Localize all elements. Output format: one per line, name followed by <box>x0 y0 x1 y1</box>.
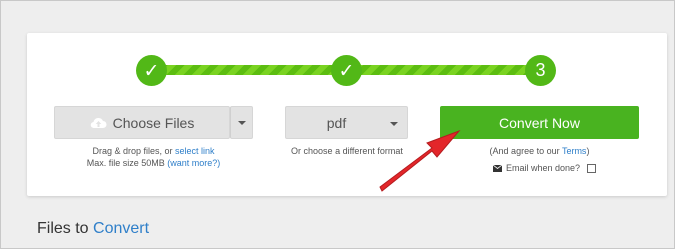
heading-prefix: Files to <box>37 220 94 237</box>
check-icon: ✓ <box>338 59 355 82</box>
heading-accent: Convert <box>93 220 150 237</box>
terms-close: ) <box>586 146 590 156</box>
cloud-upload-icon <box>90 116 107 129</box>
email-when-done-checkbox[interactable] <box>587 163 597 173</box>
want-more-link[interactable]: (want more?) <box>167 158 220 168</box>
convert-now-label: Convert Now <box>499 114 580 131</box>
convert-now-button[interactable]: Convert Now <box>440 106 639 139</box>
format-select-value: pdf <box>326 114 347 131</box>
email-when-done-label: Email when done? <box>506 163 581 173</box>
check-icon: ✓ <box>143 59 160 82</box>
choose-files-button[interactable]: Choose Files <box>54 106 230 139</box>
email-when-done-option[interactable]: Email when done? <box>493 163 597 173</box>
chevron-down-icon <box>237 120 246 125</box>
terms-hint: (And agree to our Terms) <box>440 146 639 156</box>
step-3-label: 3 <box>535 60 546 80</box>
terms-text: (And agree to our <box>489 146 562 156</box>
step-3-current: 3 <box>525 55 556 86</box>
choose-files-dropdown[interactable] <box>230 106 253 139</box>
envelope-icon <box>493 164 502 172</box>
drag-drop-text: Drag & drop files, or <box>92 146 176 156</box>
step-2-complete: ✓ <box>331 55 362 86</box>
files-to-convert-heading: Files to Convert <box>37 220 149 238</box>
file-size-text: Max. file size 50MB <box>86 158 168 168</box>
choose-files-label: Choose Files <box>112 114 195 131</box>
terms-link[interactable]: Terms <box>562 146 587 156</box>
file-size-hint: Max. file size 50MB (want more?) <box>54 158 253 168</box>
red-arrow-annotation <box>379 129 461 192</box>
drag-drop-hint: Drag & drop files, or select link <box>54 146 253 156</box>
select-link[interactable]: select link <box>175 146 215 156</box>
step-1-complete: ✓ <box>136 55 167 86</box>
